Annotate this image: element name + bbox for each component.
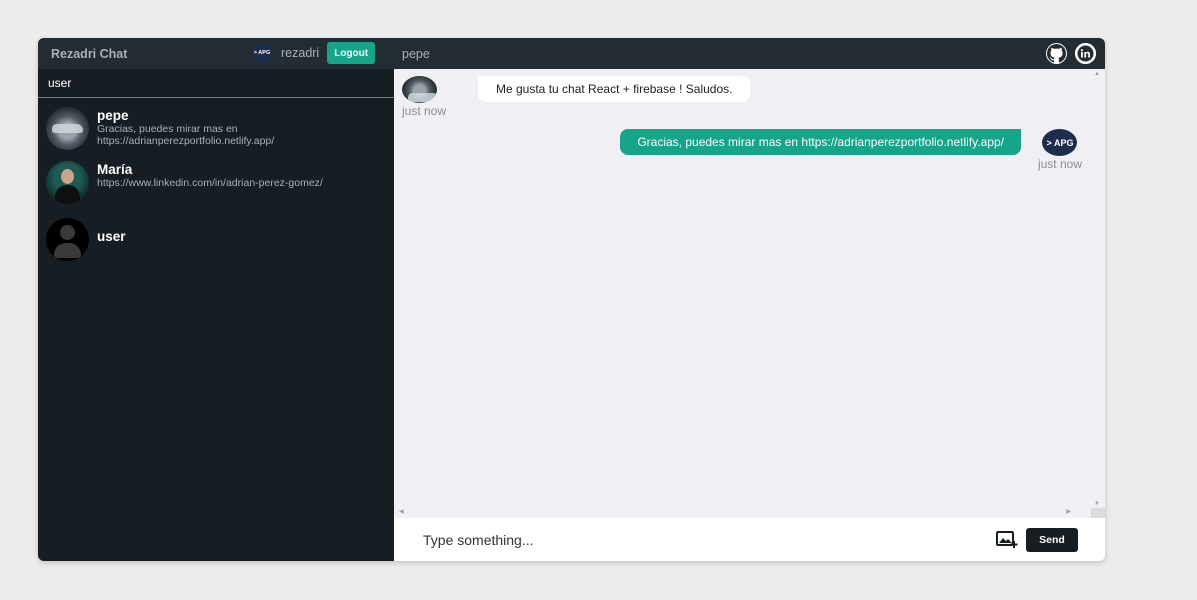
sidebar-navbar: Rezadri Chat > APG rezadri Logout <box>38 38 394 69</box>
message-bubble: Me gusta tu chat React + firebase ! Salu… <box>478 76 751 102</box>
user-avatar: > APG <box>1042 129 1078 156</box>
horizontal-scrollbar[interactable]: ◀ ▶ <box>394 508 1091 518</box>
current-user: > APG rezadri Logout <box>252 42 376 64</box>
message-outgoing: Gracias, puedes mirar mas en https://adr… <box>620 129 1082 171</box>
add-image-icon[interactable] <box>996 530 1018 549</box>
car-avatar <box>46 107 89 150</box>
chat-item-name: María <box>97 162 133 177</box>
message-time: just now <box>402 104 447 118</box>
scroll-down-icon[interactable]: ▼ <box>1094 501 1100 507</box>
github-icon[interactable] <box>1046 43 1067 64</box>
app-brand: Rezadri Chat <box>51 46 128 61</box>
chat-item-name: pepe <box>97 108 129 123</box>
send-button[interactable]: Send <box>1026 527 1078 552</box>
chat-item-maria[interactable]: María https://www.linkedin.com/in/adrian… <box>38 158 394 212</box>
chat-app: Rezadri Chat > APG rezadri Logout pepe G… <box>38 38 1105 561</box>
scroll-up-icon[interactable]: ▲ <box>1094 71 1100 77</box>
chat-panel: pepe just now Me gusta tu chat React + f… <box>394 38 1105 561</box>
sidebar: Rezadri Chat > APG rezadri Logout pepe G… <box>38 38 394 561</box>
linkedin-icon[interactable] <box>1075 43 1096 64</box>
scrollbar-corner <box>1091 508 1105 518</box>
chat-item-last-message: Gracias, puedes mirar mas en https://adr… <box>97 123 275 147</box>
scroll-right-icon[interactable]: ▶ <box>1066 508 1071 515</box>
message-incoming: just now Me gusta tu chat React + fireba… <box>402 76 751 118</box>
message-time: just now <box>1037 157 1082 171</box>
message-composer: Send <box>394 518 1105 561</box>
message-input[interactable] <box>423 531 996 548</box>
search-bar <box>38 69 394 98</box>
search-input[interactable] <box>48 76 384 90</box>
chat-item-last-message: https://www.linkedin.com/in/adrian-perez… <box>97 177 323 189</box>
message-bubble: Gracias, puedes mirar mas en https://adr… <box>620 129 1021 155</box>
chat-item-user[interactable]: user <box>38 212 394 266</box>
scroll-left-icon[interactable]: ◀ <box>399 508 404 515</box>
vertical-scrollbar[interactable]: ▲ ▼ <box>1091 69 1105 509</box>
message-area[interactable]: just now Me gusta tu chat React + fireba… <box>394 69 1105 518</box>
user-name: rezadri <box>281 46 320 60</box>
default-avatar <box>46 217 89 261</box>
chat-item-name: user <box>97 229 126 244</box>
contact-name: pepe <box>402 46 430 61</box>
user-avatar: > APG <box>252 43 272 63</box>
person-avatar <box>46 161 89 204</box>
chat-list: pepe Gracias, puedes mirar mas en https:… <box>38 98 394 266</box>
chat-item-pepe[interactable]: pepe Gracias, puedes mirar mas en https:… <box>38 104 394 158</box>
chat-header: pepe <box>394 38 1105 69</box>
car-avatar <box>402 76 437 103</box>
logout-button[interactable]: Logout <box>327 42 376 64</box>
